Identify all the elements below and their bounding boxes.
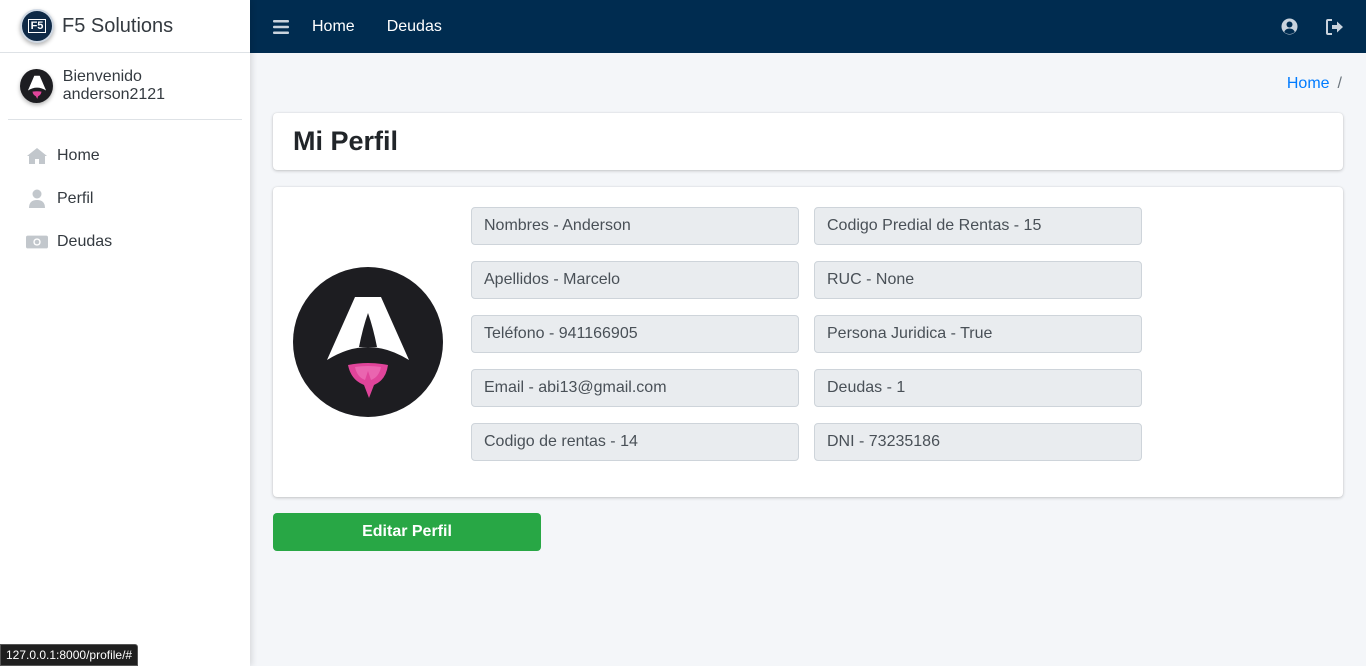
top-navbar: Home Deudas [250,0,1366,53]
edit-profile-button[interactable]: Editar Perfil [273,513,541,551]
breadcrumb: Home / [1287,75,1342,93]
field-apellidos: Apellidos - Marcelo [471,261,799,299]
astro-logo-icon [27,75,47,99]
hamburger-icon [273,19,289,34]
field-codigo-predial: Codigo Predial de Rentas - 15 [814,207,1142,245]
topnav-home-link[interactable]: Home [312,18,355,36]
field-ruc: RUC - None [814,261,1142,299]
field-email: Email - abi13@gmail.com [471,369,799,407]
sidebar-item-label: Perfil [57,189,94,207]
field-nombres: Nombres - Anderson [471,207,799,245]
sidebar-item-label: Deudas [57,232,113,250]
home-icon [26,146,48,166]
field-deudas: Deudas - 1 [814,369,1142,407]
breadcrumb-separator: / [1337,75,1342,92]
menu-toggle-button[interactable] [250,0,312,53]
brand-logo: F5 [20,9,54,43]
welcome-text: Bienvenido anderson2121 [62,68,166,103]
user-circle-icon[interactable] [1280,18,1298,36]
profile-card: Nombres - Anderson Apellidos - Marcelo T… [273,187,1343,497]
field-dni: DNI - 73235186 [814,423,1142,461]
brand-name: F5 Solutions [62,14,174,37]
status-bar-url: 127.0.0.1:8000/profile/# [0,644,139,666]
sidebar-item-perfil[interactable]: Perfil [0,177,250,220]
profile-avatar [293,267,443,417]
main-content: Home / Mi Perfil Nombres - Anderson Apel… [250,53,1366,666]
money-icon [26,232,48,252]
user-icon [26,189,48,209]
topnav-deudas-link[interactable]: Deudas [387,18,442,36]
breadcrumb-home-link[interactable]: Home [1287,75,1330,93]
sidebar-item-label: Home [57,146,100,164]
user-panel: Bienvenido anderson2121 [8,53,242,120]
sidebar-item-deudas[interactable]: Deudas [0,220,250,263]
page-title: Mi Perfil [293,126,399,156]
page-header-card: Mi Perfil [273,113,1343,170]
avatar[interactable] [20,69,53,103]
sidebar-item-home[interactable]: Home [0,134,250,177]
field-telefono: Teléfono - 941166905 [471,315,799,353]
field-codigo-rentas: Codigo de rentas - 14 [471,423,799,461]
topbar-actions [1280,18,1366,36]
sidebar: F5 F5 Solutions Bienvenido anderson2121 … [0,0,250,666]
astro-logo-icon [327,297,409,398]
sidebar-nav: Home Perfil Deudas [0,134,250,263]
brand[interactable]: F5 F5 Solutions [0,0,250,53]
field-persona-juridica: Persona Juridica - True [814,315,1142,353]
sign-out-icon[interactable] [1326,18,1344,36]
